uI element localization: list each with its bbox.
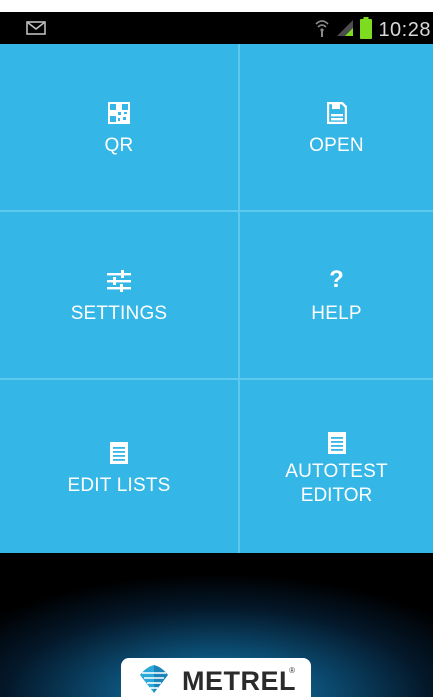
app-screen: 10:28 QR OPEN SETTINGS ? HELP EDIT LISTS… xyxy=(0,12,433,697)
settings-label: SETTINGS xyxy=(70,303,168,324)
list-document-icon xyxy=(110,436,128,464)
edit-lists-button[interactable]: EDIT LISTS xyxy=(0,380,240,553)
clock-time: 10:28 xyxy=(378,19,431,41)
phone-frame: 10:28 QR OPEN SETTINGS ? HELP EDIT LISTS… xyxy=(0,0,433,697)
main-menu-grid: QR OPEN SETTINGS ? HELP EDIT LISTS AUTOT… xyxy=(0,44,433,553)
autotest-editor-label-line2: EDITOR xyxy=(300,484,373,506)
question-mark-icon: ? xyxy=(329,266,344,293)
qr-code-icon xyxy=(108,96,130,124)
help-label: HELP xyxy=(311,303,362,324)
sliders-icon xyxy=(107,264,131,292)
branding-area: METREL ® xyxy=(0,553,433,697)
metrel-logo: METREL ® xyxy=(121,658,311,697)
edit-lists-label: EDIT LISTS xyxy=(67,474,171,496)
qr-label: QR xyxy=(104,135,134,156)
battery-icon xyxy=(360,17,373,44)
autotest-editor-label-line1: AUTOTEST xyxy=(285,460,388,482)
status-bar: 10:28 xyxy=(0,12,433,44)
registered-mark: ® xyxy=(289,666,295,675)
open-button[interactable]: OPEN xyxy=(240,44,433,212)
mail-icon xyxy=(26,21,46,40)
save-disk-icon xyxy=(326,96,347,124)
qr-button[interactable]: QR xyxy=(0,44,240,212)
open-label: OPEN xyxy=(309,135,364,156)
metrel-logo-mark-icon xyxy=(136,663,172,697)
autotest-editor-button[interactable]: AUTOTEST EDITOR xyxy=(240,380,433,553)
help-button[interactable]: ? HELP xyxy=(240,212,433,380)
settings-button[interactable]: SETTINGS xyxy=(0,212,240,380)
wifi-icon xyxy=(314,18,330,43)
list-document-icon xyxy=(327,426,346,454)
signal-icon xyxy=(336,19,354,42)
logo-text: METREL xyxy=(182,665,296,696)
